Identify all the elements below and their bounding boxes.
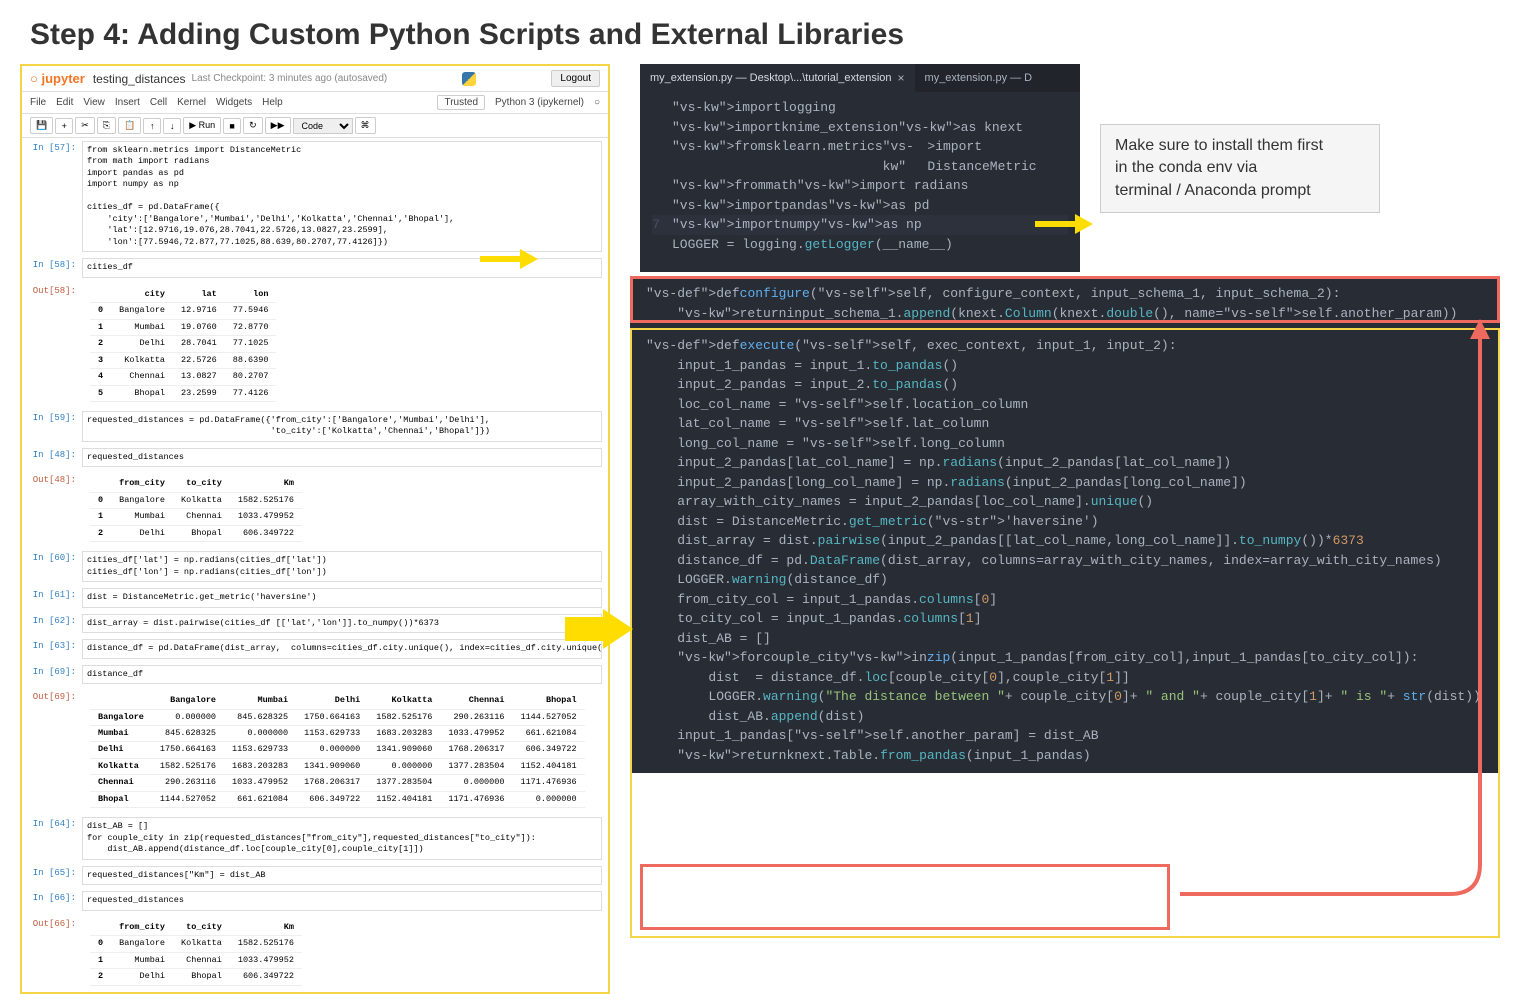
menu-file[interactable]: File: [30, 97, 46, 108]
menu-edit[interactable]: Edit: [56, 97, 73, 108]
checkpoint-text: Last Checkpoint: 3 minutes ago (autosave…: [192, 73, 388, 84]
add-cell-icon[interactable]: +: [55, 118, 73, 134]
trusted-badge[interactable]: Trusted: [437, 95, 485, 110]
paste-icon[interactable]: 📋: [118, 117, 141, 134]
move-up-icon[interactable]: ↑: [143, 118, 161, 134]
menu-kernel[interactable]: Kernel: [177, 97, 206, 108]
editor-execute[interactable]: "vs-def">def execute("vs-self">self, exe…: [630, 328, 1500, 773]
jupyter-logo: ○ jupyter: [30, 71, 85, 86]
cell-62-code[interactable]: dist_array = dist.pairwise(cities_df [['…: [82, 614, 602, 633]
prompt-61: In [61]:: [28, 588, 82, 607]
cut-icon[interactable]: ✂: [75, 117, 95, 134]
command-palette-icon[interactable]: ⌘: [355, 117, 376, 134]
stop-icon[interactable]: ■: [223, 118, 241, 134]
cell-65-code[interactable]: requested_distances["Km"] = dist_AB: [82, 866, 602, 885]
toolbar: 💾 + ✂ ⎘ 📋 ↑ ↓ ▶ Run ■ ↻ ▶▶ Code ⌘: [22, 114, 608, 138]
cell-58-output: citylatlon0Bangalore12.971677.59461Mumba…: [82, 284, 602, 405]
move-down-icon[interactable]: ↓: [163, 118, 181, 134]
editor-tabs: my_extension.py — Desktop\...\tutorial_e…: [640, 64, 1080, 92]
tab-2[interactable]: my_extension.py — D: [915, 64, 1043, 92]
out-58: Out[58]:: [28, 284, 82, 405]
prompt-64: In [64]:: [28, 817, 82, 859]
cell-66-output: from_cityto_cityKm0BangaloreKolkatta1582…: [82, 917, 602, 989]
out-66: Out[66]:: [28, 917, 82, 989]
out-69: Out[69]:: [28, 690, 82, 811]
kernel-status-icon: ○: [594, 97, 600, 108]
cell-61-code[interactable]: dist = DistanceMetric.get_metric('havers…: [82, 588, 602, 607]
notebook-name[interactable]: testing_distances: [93, 72, 186, 86]
out-48: Out[48]:: [28, 473, 82, 545]
menu-view[interactable]: View: [83, 97, 105, 108]
cell-57-code[interactable]: from sklearn.metrics import DistanceMetr…: [82, 141, 602, 252]
prompt-66: In [66]:: [28, 891, 82, 910]
editor-configure[interactable]: "vs-def">def configure("vs-self">self, c…: [630, 276, 1500, 331]
cell-69-code[interactable]: distance_df: [82, 665, 602, 684]
close-icon[interactable]: ×: [898, 71, 905, 85]
prompt-63: In [63]:: [28, 639, 82, 658]
prompt-60: In [60]:: [28, 551, 82, 582]
restart-icon[interactable]: ↻: [243, 117, 263, 134]
prompt-58: In [58]:: [28, 258, 82, 277]
cell-58-code[interactable]: cities_df: [82, 258, 602, 277]
menu-help[interactable]: Help: [262, 97, 283, 108]
kernel-name[interactable]: Python 3 (ipykernel): [495, 97, 584, 108]
prompt-57: In [57]:: [28, 141, 82, 252]
prompt-48: In [48]:: [28, 448, 82, 467]
cell-59-code[interactable]: requested_distances = pd.DataFrame({'fro…: [82, 411, 602, 442]
tab-1[interactable]: my_extension.py — Desktop\...\tutorial_e…: [640, 64, 915, 92]
cell-69-output: BangaloreMumbaiDelhiKolkattaChennaiBhopa…: [82, 690, 602, 811]
cell-48-code[interactable]: requested_distances: [82, 448, 602, 467]
jupyter-panel: ○ jupyter testing_distances Last Checkpo…: [20, 64, 610, 994]
page-title: Step 4: Adding Custom Python Scripts and…: [0, 0, 1536, 64]
cell-64-code[interactable]: dist_AB = [] for couple_city in zip(requ…: [82, 817, 602, 859]
prompt-69: In [69]:: [28, 665, 82, 684]
prompt-62: In [62]:: [28, 614, 82, 633]
editor-imports[interactable]: "vs-kw">import logging"vs-kw">import kni…: [640, 92, 1080, 272]
celltype-select[interactable]: Code: [293, 118, 353, 134]
menu-widgets[interactable]: Widgets: [216, 97, 252, 108]
prompt-59: In [59]:: [28, 411, 82, 442]
logout-button[interactable]: Logout: [551, 70, 600, 87]
menu-cell[interactable]: Cell: [150, 97, 167, 108]
cell-48-output: from_cityto_cityKm0BangaloreKolkatta1582…: [82, 473, 602, 545]
callout-install: Make sure to install them first in the c…: [1100, 124, 1380, 213]
prompt-65: In [65]:: [28, 866, 82, 885]
menu-insert[interactable]: Insert: [115, 97, 140, 108]
red-highlight-return: [640, 864, 1170, 930]
fastforward-icon[interactable]: ▶▶: [265, 117, 291, 134]
cell-63-code[interactable]: distance_df = pd.DataFrame(dist_array, c…: [82, 639, 602, 658]
run-button[interactable]: ▶ Run: [183, 117, 221, 134]
menu-bar: File Edit View Insert Cell Kernel Widget…: [22, 92, 608, 114]
save-icon[interactable]: 💾: [30, 117, 53, 134]
copy-icon[interactable]: ⎘: [97, 117, 116, 134]
cell-66-code[interactable]: requested_distances: [82, 891, 602, 910]
python-icon: [462, 72, 476, 86]
cell-60-code[interactable]: cities_df['lat'] = np.radians(cities_df[…: [82, 551, 602, 582]
